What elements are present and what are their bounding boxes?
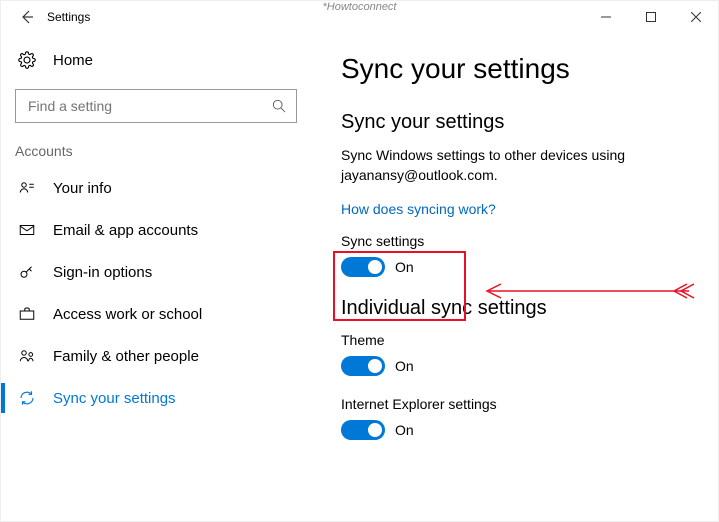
titlebar: Settings <box>1 1 718 33</box>
section-label: Accounts <box>1 143 311 159</box>
sync-settings-label: Sync settings <box>341 233 688 249</box>
nav-label: Family & other people <box>53 348 199 365</box>
main-panel: Sync your settings Sync your settings Sy… <box>311 33 718 519</box>
nav-sync-settings[interactable]: Sync your settings <box>1 377 311 419</box>
gear-icon <box>15 51 39 69</box>
ie-block: Internet Explorer settings On <box>341 396 688 440</box>
home-label: Home <box>53 52 93 69</box>
minimize-icon <box>601 12 611 22</box>
back-button[interactable] <box>13 3 41 31</box>
key-icon <box>15 263 39 281</box>
window-controls <box>583 1 718 33</box>
nav-email-accounts[interactable]: Email & app accounts <box>1 209 311 251</box>
ie-label: Internet Explorer settings <box>341 396 688 412</box>
search-field[interactable] <box>26 97 272 115</box>
page-title: Sync your settings <box>341 53 688 85</box>
nav-label: Email & app accounts <box>53 222 198 239</box>
search-input[interactable] <box>15 89 297 123</box>
briefcase-icon <box>15 305 39 323</box>
nav-signin-options[interactable]: Sign-in options <box>1 251 311 293</box>
nav-label: Sync your settings <box>53 390 176 407</box>
maximize-icon <box>646 12 656 22</box>
nav-label: Your info <box>53 180 112 197</box>
mail-icon <box>15 221 39 239</box>
sync-settings-state: On <box>395 259 414 275</box>
minimize-button[interactable] <box>583 1 628 33</box>
sync-description: Sync Windows settings to other devices u… <box>341 146 688 185</box>
nav-family[interactable]: Family & other people <box>1 335 311 377</box>
close-button[interactable] <box>673 1 718 33</box>
nav-label: Access work or school <box>53 306 202 323</box>
home-nav[interactable]: Home <box>1 45 311 75</box>
theme-toggle[interactable] <box>341 356 385 376</box>
ie-toggle[interactable] <box>341 420 385 440</box>
window-title: Settings <box>47 10 90 24</box>
sync-icon <box>15 389 39 407</box>
sync-settings-toggle[interactable] <box>341 257 385 277</box>
theme-state: On <box>395 358 414 374</box>
sync-settings-block: Sync settings On <box>341 233 688 277</box>
individual-heading: Individual sync settings <box>341 297 688 320</box>
sidebar: Home Accounts Your info Email & app acc <box>1 33 311 519</box>
theme-label: Theme <box>341 332 688 348</box>
nav-your-info[interactable]: Your info <box>1 167 311 209</box>
people-icon <box>15 347 39 365</box>
maximize-button[interactable] <box>628 1 673 33</box>
ie-state: On <box>395 422 414 438</box>
section-heading: Sync your settings <box>341 111 688 134</box>
search-icon <box>272 99 286 113</box>
close-icon <box>691 12 701 22</box>
nav-label: Sign-in options <box>53 264 152 281</box>
how-sync-works-link[interactable]: How does syncing work? <box>341 201 496 217</box>
theme-block: Theme On <box>341 332 688 376</box>
nav-list: Your info Email & app accounts Sign-in o… <box>1 167 311 419</box>
nav-access-work[interactable]: Access work or school <box>1 293 311 335</box>
arrow-left-icon <box>19 9 35 25</box>
person-card-icon <box>15 179 39 197</box>
